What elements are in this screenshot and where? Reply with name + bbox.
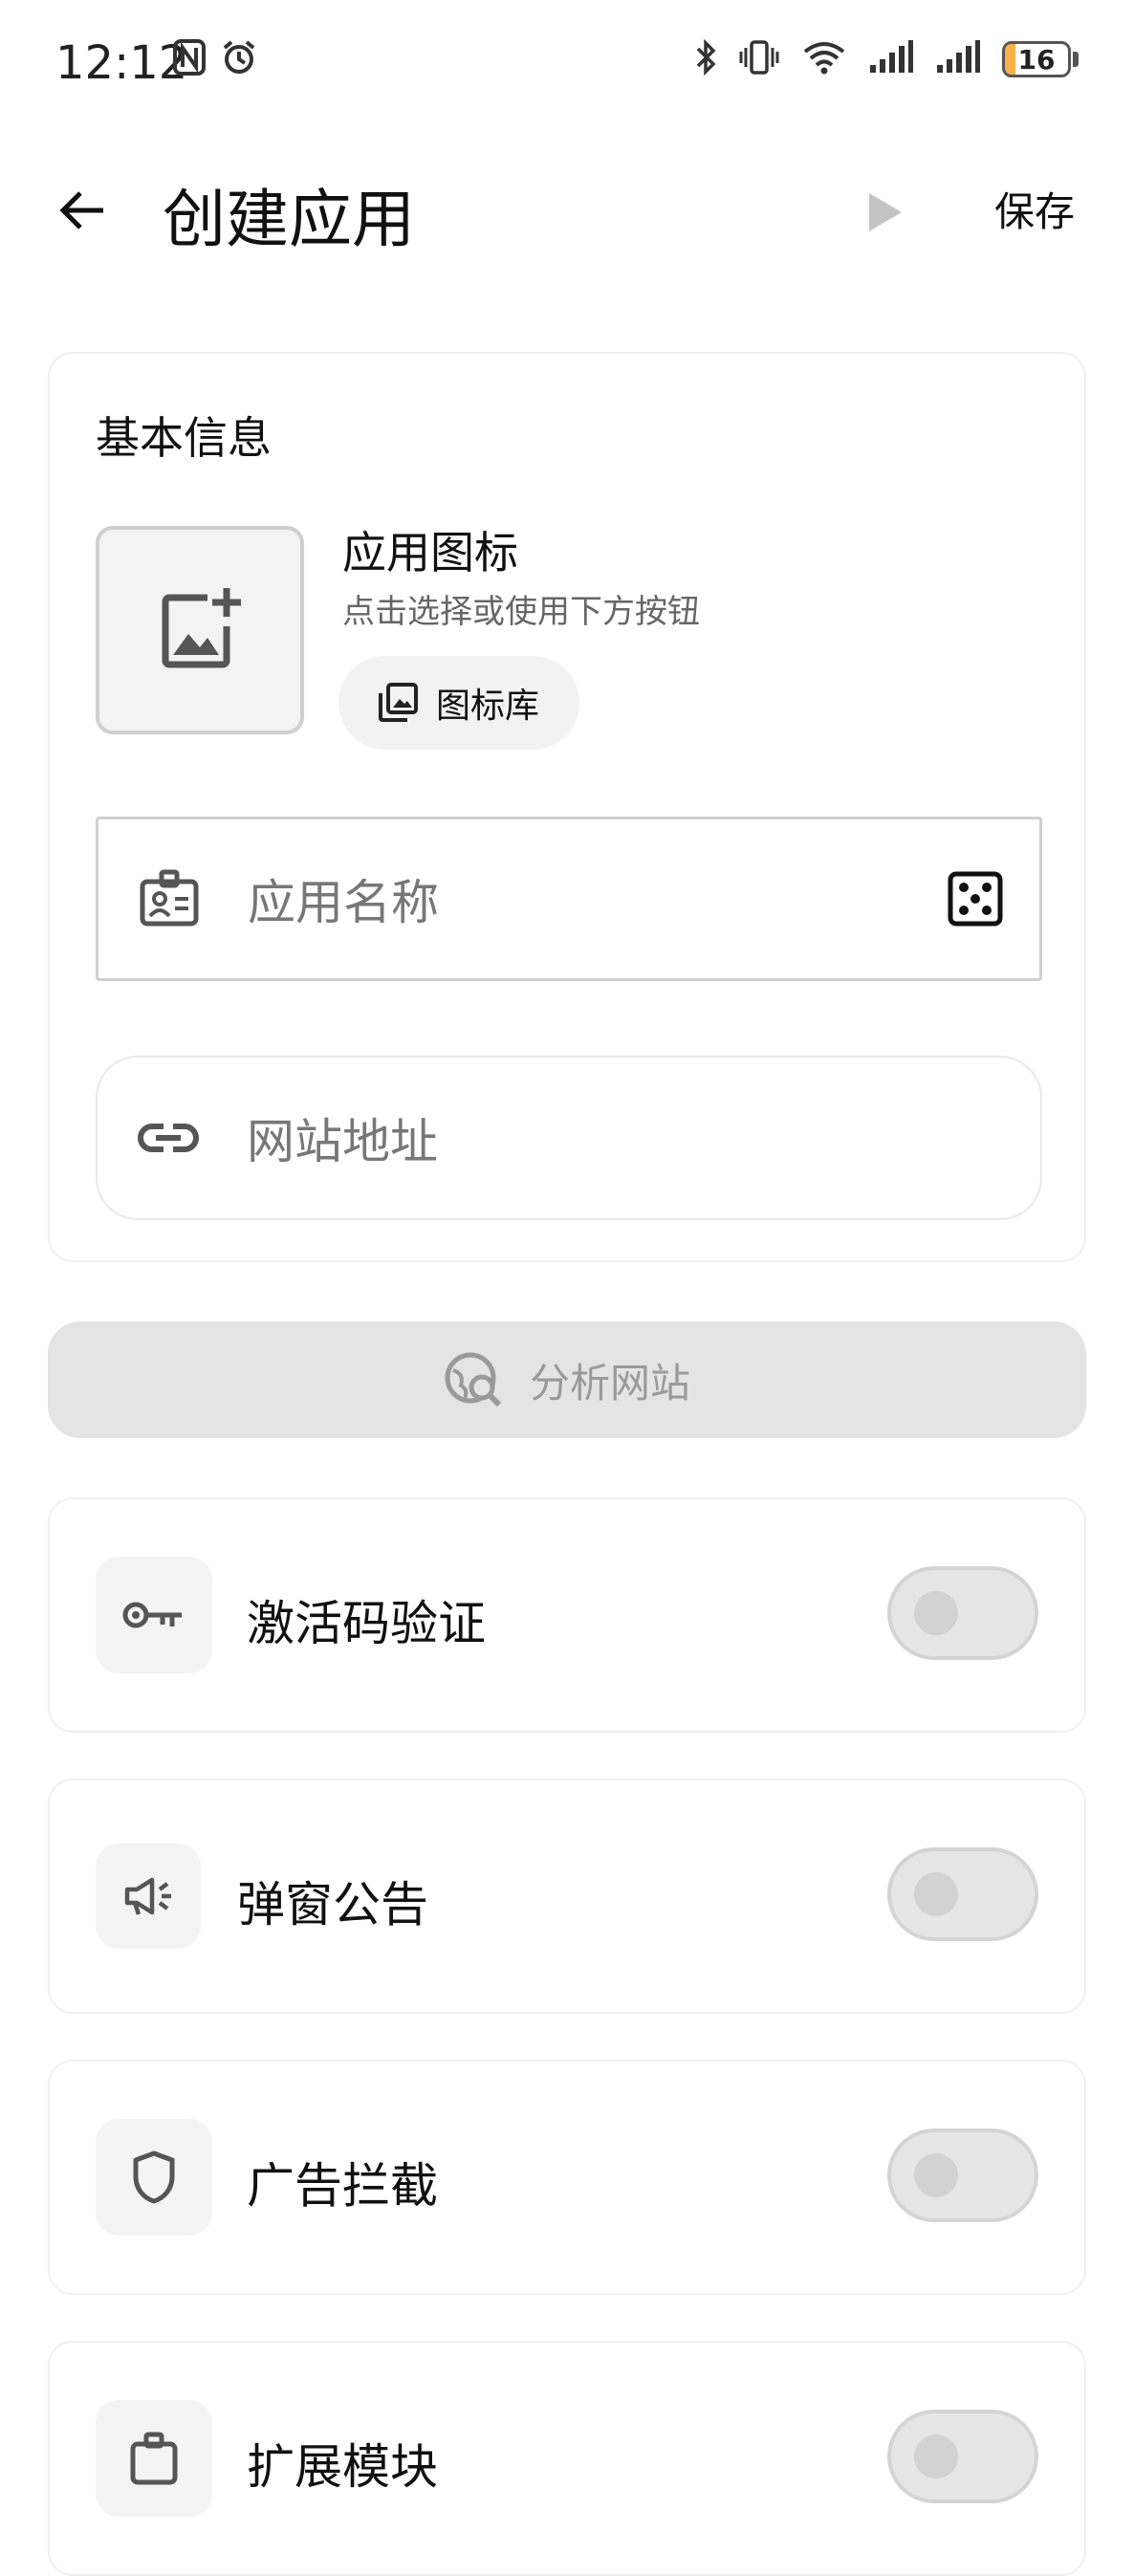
wifi-icon — [801, 38, 847, 80]
add-image-icon — [162, 588, 241, 668]
link-icon — [130, 1119, 207, 1157]
analyze-website-label: 分析网站 — [529, 1359, 690, 1407]
megaphone-icon — [96, 1844, 201, 1949]
app-icon-picker[interactable] — [96, 526, 304, 734]
switch-knob — [914, 1591, 958, 1635]
toggle-card-popup: 弹窗公告 — [48, 1779, 1086, 2014]
vibrate-icon — [738, 38, 780, 80]
icon-library-label: 图标库 — [436, 687, 540, 726]
extension-icon — [96, 2400, 212, 2517]
dice-icon — [948, 871, 1003, 927]
battery-indicator: 16 — [1002, 41, 1071, 77]
arrow-back-icon — [59, 191, 103, 229]
signal-icon — [868, 38, 914, 80]
app-name-field[interactable]: 应用名称 — [96, 817, 1042, 981]
section-title: 基本信息 — [96, 412, 272, 464]
status-icons-right: 16 — [694, 38, 1079, 80]
bluetooth-icon — [694, 38, 717, 80]
basic-info-card: 基本信息 应用图标 点击选择或使用下方按钮 图标库 应用名称 网站地址 — [48, 352, 1086, 1262]
status-bar: 12:12 16 — [0, 0, 1134, 134]
toggle-card-extension: 扩展模块 — [48, 2341, 1086, 2576]
key-icon — [96, 1557, 212, 1673]
status-time: 12:12 — [55, 36, 188, 90]
switch-knob — [914, 1872, 958, 1916]
save-button[interactable]: 保存 — [994, 180, 1075, 238]
back-button[interactable] — [48, 176, 117, 245]
toggle-label-extension: 扩展模块 — [247, 2439, 438, 2495]
icon-library-button[interactable]: 图标库 — [338, 656, 579, 750]
status-icons-left — [172, 38, 258, 80]
analyze-website-button[interactable]: 分析网站 — [48, 1321, 1086, 1438]
shield-icon — [96, 2119, 212, 2236]
random-name-button[interactable] — [948, 871, 1003, 927]
app-bar: 创建应用 保存 — [0, 134, 1134, 287]
popup-switch[interactable] — [887, 1847, 1038, 1941]
website-url-field[interactable]: 网站地址 — [96, 1056, 1042, 1220]
app-icon-hint: 点击选择或使用下方按钮 — [342, 593, 700, 631]
extension-switch[interactable] — [887, 2410, 1038, 2503]
switch-knob — [914, 2153, 958, 2197]
toggle-label-activation: 激活码验证 — [247, 1596, 486, 1651]
battery-fill — [1005, 44, 1015, 75]
image-library-icon — [379, 683, 418, 722]
badge-icon — [131, 868, 207, 929]
toggle-label-adblock: 广告拦截 — [247, 2158, 438, 2214]
signal-icon — [935, 38, 981, 80]
toggle-label-popup: 弹窗公告 — [237, 1877, 428, 1932]
run-button[interactable] — [856, 184, 913, 241]
globe-search-icon — [445, 1352, 502, 1408]
toggle-card-adblock: 广告拦截 — [48, 2060, 1086, 2295]
alarm-icon — [220, 38, 258, 80]
website-url-placeholder: 网站地址 — [247, 1114, 438, 1169]
battery-tip — [1073, 52, 1079, 67]
battery-icon: 16 — [1002, 41, 1079, 77]
app-icon-label: 应用图标 — [342, 527, 518, 579]
adblock-switch[interactable] — [887, 2128, 1038, 2222]
battery-level: 16 — [1017, 43, 1056, 76]
nfc-icon — [172, 38, 207, 80]
app-name-placeholder: 应用名称 — [248, 875, 439, 930]
switch-knob — [914, 2434, 958, 2478]
page-title: 创建应用 — [163, 183, 415, 256]
toggle-card-activation: 激活码验证 — [48, 1497, 1086, 1733]
activation-switch[interactable] — [887, 1566, 1038, 1660]
play-icon — [869, 193, 902, 231]
